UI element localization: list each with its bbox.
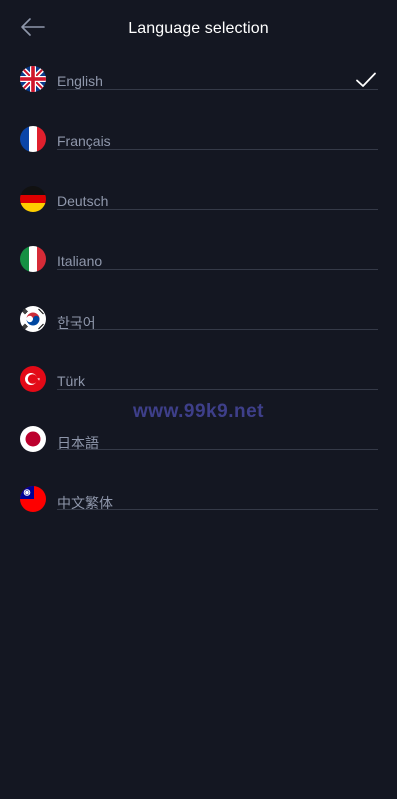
language-item-german[interactable]: Deutsch [0, 180, 397, 240]
language-label: Deutsch [57, 193, 109, 209]
france-flag-icon [20, 126, 46, 152]
divider [57, 509, 378, 510]
language-label: 한국어 [57, 315, 96, 331]
korea-flag-icon [20, 306, 46, 332]
language-item-japanese[interactable]: 日本語 [0, 420, 397, 480]
language-item-english[interactable]: English [0, 60, 397, 120]
page-title: Language selection [128, 20, 269, 37]
italy-flag-icon [20, 246, 46, 272]
language-label: Türk [57, 373, 85, 389]
japan-flag-icon [20, 426, 46, 452]
divider [57, 149, 378, 150]
language-item-french[interactable]: Français [0, 120, 397, 180]
checkmark-icon [355, 71, 377, 89]
taiwan-flag-icon [20, 486, 46, 512]
watermark: www.99k9.net [133, 401, 264, 422]
germany-flag-icon [20, 186, 46, 212]
divider [57, 209, 378, 210]
language-list: English Français Deutsch Italiano 한국어 Tü… [0, 60, 397, 540]
divider [57, 269, 378, 270]
language-item-italian[interactable]: Italiano [0, 240, 397, 300]
divider [57, 329, 378, 330]
divider [57, 89, 378, 90]
divider [57, 389, 378, 390]
language-label: 日本語 [57, 435, 99, 451]
language-selection-screen: Language selection English Français Deut… [0, 0, 397, 799]
language-item-traditional-chinese[interactable]: 中文繁体 [0, 480, 397, 540]
language-label: Italiano [57, 253, 103, 269]
divider [57, 449, 378, 450]
language-label: Français [57, 133, 111, 149]
turkey-flag-icon [20, 366, 46, 392]
language-label: English [57, 73, 103, 89]
language-item-korean[interactable]: 한국어 [0, 300, 397, 360]
language-label: 中文繁体 [57, 495, 113, 511]
uk-flag-icon [20, 66, 46, 92]
header: Language selection [0, 0, 397, 60]
